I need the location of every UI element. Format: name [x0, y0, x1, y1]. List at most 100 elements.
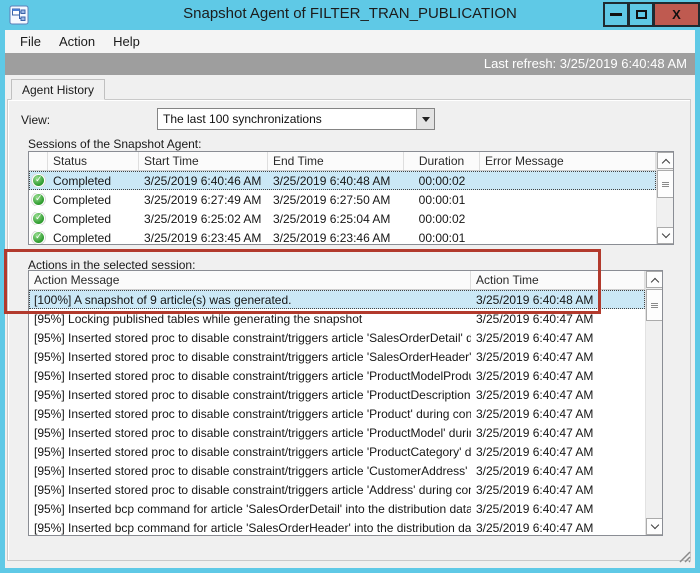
scroll-down-button[interactable]	[657, 227, 674, 244]
chevron-down-icon	[422, 117, 430, 122]
menu-file[interactable]: File	[11, 32, 50, 51]
close-button[interactable]: X	[653, 2, 700, 27]
session-start-time: 3/25/2019 6:23:45 AM	[139, 231, 268, 245]
session-duration: 00:00:01	[404, 193, 480, 207]
session-row[interactable]: Completed3/25/2019 6:27:49 AM3/25/2019 6…	[29, 190, 656, 209]
session-status-cell	[29, 212, 48, 225]
session-row[interactable]: Completed3/25/2019 6:25:02 AM3/25/2019 6…	[29, 209, 656, 228]
action-row[interactable]: [100%] A snapshot of 9 article(s) was ge…	[29, 290, 645, 309]
action-row[interactable]: [95%] Inserted stored proc to disable co…	[29, 385, 645, 404]
scroll-up-button[interactable]	[646, 271, 663, 288]
column-header-action-message[interactable]: Action Message	[29, 271, 471, 289]
session-end-time: 3/25/2019 6:40:48 AM	[268, 174, 404, 188]
sessions-list: Status Start Time End Time Duration Erro…	[28, 151, 674, 245]
resize-grip[interactable]	[677, 549, 691, 563]
view-combobox[interactable]: The last 100 synchronizations	[157, 108, 435, 130]
status-bar: Last refresh: 3/25/2019 6:40:48 AM	[5, 53, 695, 75]
action-row[interactable]: [95%] Inserted stored proc to disable co…	[29, 347, 645, 366]
action-time: 3/25/2019 6:40:47 AM	[471, 350, 645, 364]
scrollbar-thumb[interactable]	[657, 170, 674, 198]
actions-rows: [100%] A snapshot of 9 article(s) was ge…	[29, 290, 645, 535]
action-message: [95%] Inserted stored proc to disable co…	[29, 369, 471, 383]
session-start-time: 3/25/2019 6:40:46 AM	[139, 174, 268, 188]
action-message: [95%] Inserted stored proc to disable co…	[29, 464, 471, 478]
chevron-down-icon	[650, 520, 658, 528]
sessions-list-body: Status Start Time End Time Duration Erro…	[29, 152, 656, 244]
session-end-time: 3/25/2019 6:27:50 AM	[268, 193, 404, 207]
client-area: Agent History View: The last 100 synchro…	[5, 75, 695, 568]
close-icon: X	[672, 7, 681, 22]
action-time: 3/25/2019 6:40:47 AM	[471, 521, 645, 535]
scrollbar-thumb[interactable]	[646, 289, 663, 321]
action-row[interactable]: [95%] Inserted stored proc to disable co…	[29, 404, 645, 423]
menu-help[interactable]: Help	[104, 32, 149, 51]
action-message: [95%] Inserted bcp command for article '…	[29, 521, 471, 535]
session-duration: 00:00:02	[404, 174, 480, 188]
session-row[interactable]: Completed3/25/2019 6:23:45 AM3/25/2019 6…	[29, 228, 656, 244]
action-time: 3/25/2019 6:40:47 AM	[471, 331, 645, 345]
action-row[interactable]: [95%] Inserted stored proc to disable co…	[29, 480, 645, 499]
action-row[interactable]: [95%] Inserted bcp command for article '…	[29, 518, 645, 535]
sessions-rows: Completed3/25/2019 6:40:46 AM3/25/2019 6…	[29, 171, 656, 244]
action-time: 3/25/2019 6:40:47 AM	[471, 502, 645, 516]
title-bar[interactable]: Snapshot Agent of FILTER_TRAN_PUBLICATIO…	[0, 0, 700, 30]
session-start-time: 3/25/2019 6:25:02 AM	[139, 212, 268, 226]
action-row[interactable]: [95%] Inserted bcp command for article '…	[29, 499, 645, 518]
action-message: [95%] Inserted stored proc to disable co…	[29, 445, 471, 459]
actions-list: Action Message Action Time [100%] A snap…	[28, 270, 663, 536]
session-end-time: 3/25/2019 6:23:46 AM	[268, 231, 404, 245]
snapshot-agent-window: Snapshot Agent of FILTER_TRAN_PUBLICATIO…	[0, 0, 700, 573]
action-row[interactable]: [95%] Inserted stored proc to disable co…	[29, 442, 645, 461]
sessions-header: Status Start Time End Time Duration Erro…	[29, 152, 656, 171]
action-message: [95%] Inserted stored proc to disable co…	[29, 331, 471, 345]
completed-check-icon	[32, 174, 45, 187]
action-time: 3/25/2019 6:40:47 AM	[471, 407, 645, 421]
view-label: View:	[21, 113, 50, 127]
session-status-cell	[29, 231, 48, 244]
session-status: Completed	[48, 174, 139, 188]
action-message: [95%] Inserted stored proc to disable co…	[29, 483, 471, 497]
sessions-scrollbar[interactable]	[656, 152, 673, 244]
action-message: [95%] Inserted bcp command for article '…	[29, 502, 471, 516]
column-header-duration[interactable]: Duration	[404, 152, 480, 170]
tab-agent-history[interactable]: Agent History	[11, 79, 105, 100]
chevron-up-icon	[661, 158, 669, 166]
menu-action[interactable]: Action	[50, 32, 104, 51]
session-start-time: 3/25/2019 6:27:49 AM	[139, 193, 268, 207]
completed-check-icon	[32, 212, 45, 225]
action-time: 3/25/2019 6:40:47 AM	[471, 483, 645, 497]
column-header-action-time[interactable]: Action Time	[471, 271, 645, 289]
completed-check-icon	[32, 193, 45, 206]
action-row[interactable]: [95%] Inserted stored proc to disable co…	[29, 366, 645, 385]
last-refresh-text: Last refresh: 3/25/2019 6:40:48 AM	[484, 56, 687, 71]
action-row[interactable]: [95%] Inserted stored proc to disable co…	[29, 328, 645, 347]
action-message: [95%] Inserted stored proc to disable co…	[29, 388, 471, 402]
column-header-end-time[interactable]: End Time	[268, 152, 404, 170]
session-status: Completed	[48, 231, 139, 245]
action-message: [100%] A snapshot of 9 article(s) was ge…	[29, 293, 471, 307]
session-end-time: 3/25/2019 6:25:04 AM	[268, 212, 404, 226]
view-combobox-dropdown-button[interactable]	[416, 109, 434, 129]
maximize-button[interactable]	[628, 2, 654, 27]
column-header-error-message[interactable]: Error Message	[480, 152, 656, 170]
menu-bar: File Action Help	[5, 30, 695, 53]
minimize-button[interactable]	[603, 2, 629, 27]
action-message: [95%] Inserted stored proc to disable co…	[29, 350, 471, 364]
action-row[interactable]: [95%] Inserted stored proc to disable co…	[29, 423, 645, 442]
action-time: 3/25/2019 6:40:47 AM	[471, 369, 645, 383]
maximize-icon	[636, 10, 647, 19]
session-status-cell	[29, 193, 48, 206]
grip-icon	[662, 182, 669, 187]
action-time: 3/25/2019 6:40:48 AM	[471, 293, 645, 307]
column-header-icon[interactable]	[29, 152, 48, 170]
scroll-down-button[interactable]	[646, 518, 663, 535]
action-row[interactable]: [95%] Inserted stored proc to disable co…	[29, 461, 645, 480]
action-row[interactable]: [95%] Locking published tables while gen…	[29, 309, 645, 328]
column-header-status[interactable]: Status	[48, 152, 139, 170]
column-header-start-time[interactable]: Start Time	[139, 152, 268, 170]
session-status: Completed	[48, 212, 139, 226]
session-status: Completed	[48, 193, 139, 207]
actions-scrollbar[interactable]	[645, 271, 662, 535]
scroll-up-button[interactable]	[657, 152, 674, 169]
session-row[interactable]: Completed3/25/2019 6:40:46 AM3/25/2019 6…	[29, 171, 656, 190]
